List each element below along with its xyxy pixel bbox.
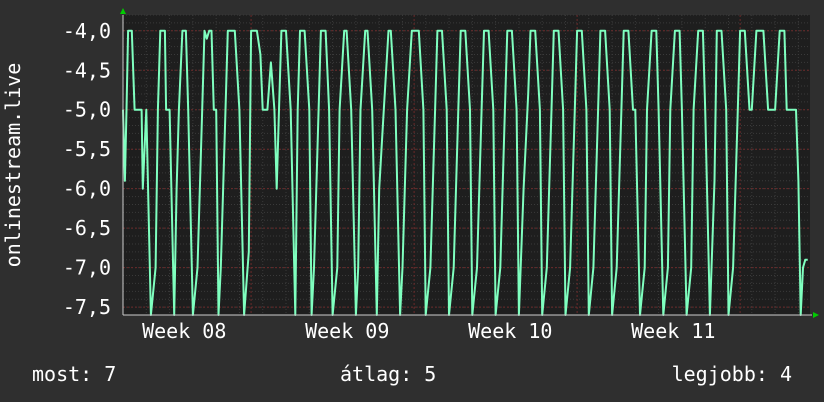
x-axis-tick-labels: Week 08 Week 09 Week 10 Week 11 bbox=[142, 319, 715, 343]
y-tick-label: -7,5 bbox=[63, 295, 111, 319]
line-chart: -4,0 -4,5 -5,0 -5,5 -6,0 -6,5 -7,0 -7,5 Week 08… bbox=[1, 8, 819, 343]
y-tick-label: -6,0 bbox=[63, 177, 111, 201]
y-axis-arrow-icon bbox=[120, 8, 126, 14]
chart-panel: -4,0 -4,5 -5,0 -5,5 -6,0 -6,5 -7,0 -7,5 Week 08… bbox=[0, 0, 824, 402]
stat-average: átlag: 5 bbox=[340, 362, 437, 386]
y-axis-label: onlinestream.live bbox=[1, 63, 25, 268]
y-tick-label: -5,5 bbox=[63, 137, 111, 161]
y-tick-label: -4,5 bbox=[63, 58, 111, 82]
x-tick-label: Week 08 bbox=[142, 319, 226, 343]
x-tick-label: Week 11 bbox=[631, 319, 715, 343]
x-tick-label: Week 09 bbox=[305, 319, 389, 343]
y-tick-label: -6,5 bbox=[63, 216, 111, 240]
y-tick-label: -5,0 bbox=[63, 98, 111, 122]
x-axis-arrow-icon bbox=[813, 312, 819, 318]
y-tick-label: -4,0 bbox=[63, 19, 111, 43]
y-tick-label: -7,0 bbox=[63, 256, 111, 280]
y-axis-tick-labels: -4,0 -4,5 -5,0 -5,5 -6,0 -6,5 -7,0 -7,5 bbox=[63, 19, 111, 319]
stat-best: legjobb: 4 bbox=[671, 362, 792, 386]
x-tick-label: Week 10 bbox=[468, 319, 552, 343]
stat-current: most: 7 bbox=[32, 362, 117, 386]
